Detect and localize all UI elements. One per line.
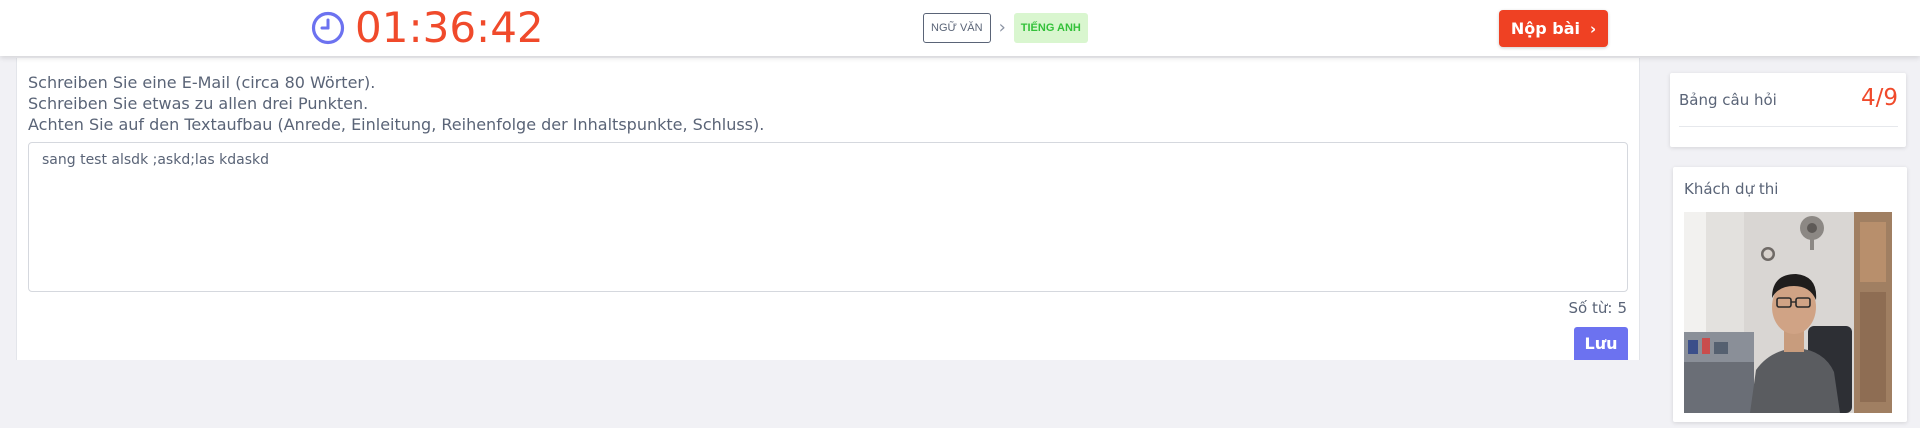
exam-timer: 01:36:42: [311, 6, 544, 50]
candidate-panel-title: Khách dự thi: [1684, 180, 1779, 198]
breadcrumb-item-subject[interactable]: NGỮ VĂN: [923, 13, 991, 43]
save-button[interactable]: Lưu: [1574, 327, 1628, 360]
instruction-line: Schreiben Sie eine E-Mail (circa 80 Wört…: [28, 73, 376, 92]
candidate-panel: Khách dự thi: [1673, 167, 1907, 422]
breadcrumb: NGỮ VĂN › TIẾNG ANH: [923, 13, 1088, 43]
question-progress: 4/9: [1860, 85, 1898, 111]
clock-icon: [311, 11, 345, 45]
question-panel-title: Bảng câu hỏi: [1679, 91, 1777, 109]
top-bar: 01:36:42 NGỮ VĂN › TIẾNG ANH Nộp bài ›: [0, 0, 1920, 56]
timer-value: 01:36:42: [355, 3, 544, 52]
word-count-value: 5: [1617, 299, 1627, 317]
question-instructions: Schreiben Sie eine E-Mail (circa 80 Wört…: [28, 72, 764, 135]
instruction-line: Schreiben Sie etwas zu allen drei Punkte…: [28, 94, 369, 113]
chevron-right-icon: ›: [1589, 19, 1597, 38]
question-panel[interactable]: Bảng câu hỏi 4/9: [1670, 73, 1906, 147]
answer-text: sang test alsdk ;askd;las kdaskd: [42, 152, 270, 168]
answer-textarea[interactable]: sang test alsdk ;askd;las kdaskd: [28, 142, 1628, 292]
webcam-feed: [1684, 212, 1892, 413]
chevron-right-icon: ›: [998, 17, 1006, 38]
breadcrumb-item-current[interactable]: TIẾNG ANH: [1013, 13, 1088, 43]
instruction-line: Achten Sie auf den Textaufbau (Anrede, E…: [28, 115, 765, 134]
word-count-label: Số từ:: [1568, 299, 1613, 317]
divider: [1679, 126, 1898, 127]
submit-exam-button[interactable]: Nộp bài ›: [1499, 10, 1608, 47]
word-count: Số từ: 5: [1569, 299, 1627, 317]
webcam-image: [1684, 212, 1892, 413]
submit-button-label: Nộp bài: [1510, 19, 1580, 38]
question-card: Schreiben Sie eine E-Mail (circa 80 Wört…: [16, 58, 1640, 360]
